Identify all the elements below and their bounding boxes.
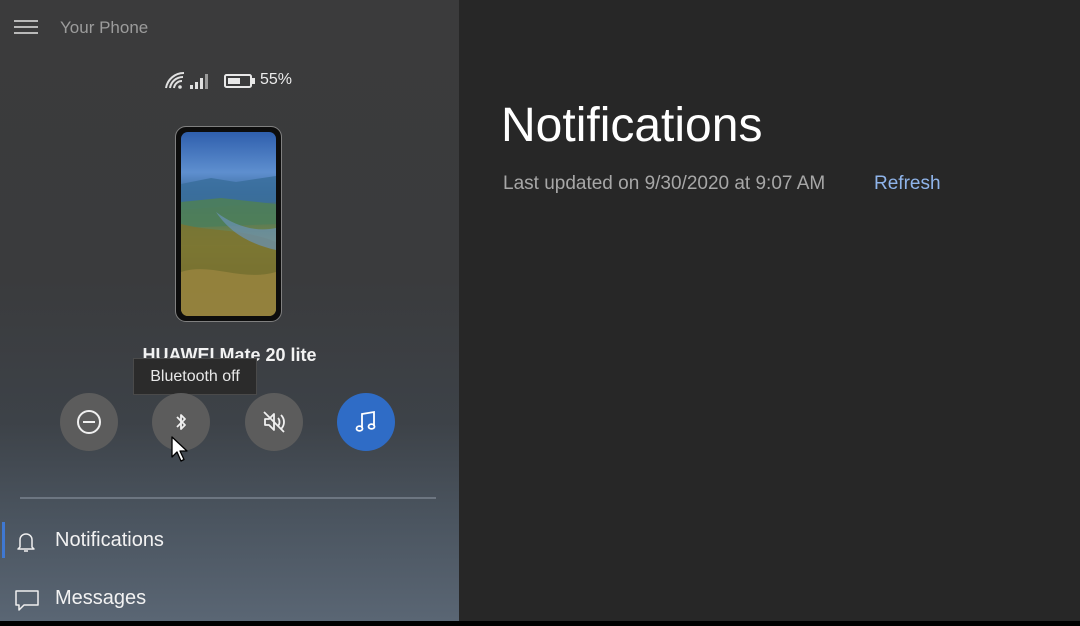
- refresh-link[interactable]: Refresh: [874, 173, 941, 195]
- tooltip: Bluetooth off: [133, 358, 257, 395]
- notifications-panel: Notifications Last updated on 9/30/2020 …: [459, 0, 1080, 621]
- do-not-disturb-button[interactable]: [60, 393, 118, 451]
- page-title: Notifications: [501, 99, 763, 152]
- cellular-signal-icon: [190, 74, 208, 89]
- sidebar-divider: [20, 497, 436, 499]
- nav-item-notifications[interactable]: Notifications: [0, 518, 459, 564]
- last-updated-text: Last updated on 9/30/2020 at 9:07 AM: [503, 173, 826, 194]
- message-icon: [15, 590, 39, 611]
- bluetooth-icon: [176, 414, 186, 430]
- bell-icon: [17, 533, 35, 552]
- nav-item-label: Notifications: [55, 529, 164, 551]
- nav-item-messages[interactable]: Messages: [0, 576, 459, 621]
- mute-button[interactable]: [245, 393, 303, 451]
- app-title: Your Phone: [60, 18, 149, 37]
- battery-percentage: 55%: [260, 71, 293, 88]
- music-note-icon: [355, 410, 376, 432]
- media-button[interactable]: [337, 393, 395, 451]
- your-phone-window: Your Phone 55% HUAWEI Mate 20 lite Bluet…: [0, 0, 1080, 626]
- battery-icon: [224, 74, 255, 88]
- nav-item-label: Messages: [55, 587, 147, 609]
- speaker-muted-icon: [263, 411, 285, 433]
- sidebar: Your Phone 55% HUAWEI Mate 20 lite Bluet…: [0, 0, 459, 621]
- minus-circle-icon: [77, 410, 101, 434]
- mouse-cursor-icon: [171, 436, 188, 462]
- phone-wallpaper: [181, 132, 276, 316]
- selected-indicator: [2, 522, 5, 558]
- phone-preview-image: [175, 126, 282, 322]
- wifi-icon: [165, 71, 185, 89]
- hamburger-menu-icon[interactable]: [14, 20, 38, 36]
